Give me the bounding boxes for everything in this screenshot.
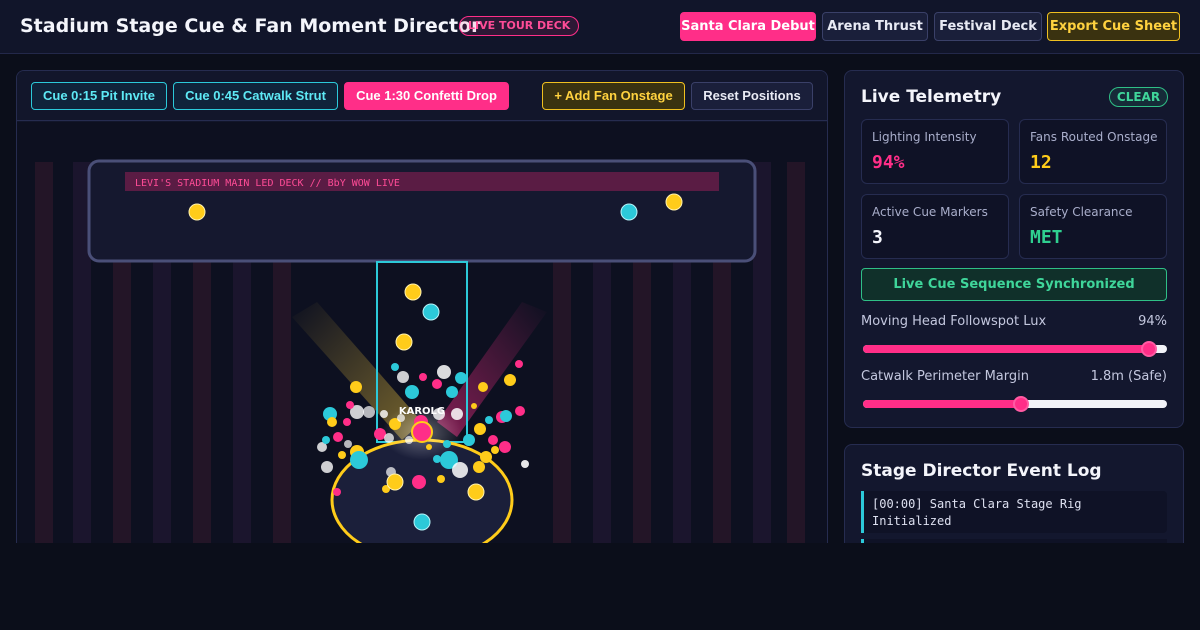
- perimeter-margin-value: 1.8m (Safe): [1090, 369, 1167, 384]
- stat-label: Active Cue Markers: [872, 205, 988, 219]
- stat-lighting-intensity: Lighting Intensity 94%: [861, 119, 1009, 184]
- stat-label: Fans Routed Onstage: [1030, 130, 1158, 144]
- slider-thumb[interactable]: [1013, 396, 1030, 412]
- export-cue-sheet-button[interactable]: Export Cue Sheet: [1047, 12, 1180, 41]
- stat-safety-clearance: Safety Clearance MET: [1019, 194, 1167, 259]
- slider-fill: [863, 400, 1022, 408]
- reset-positions-button[interactable]: Reset Positions: [691, 82, 813, 110]
- followspot-lux-slider[interactable]: [863, 341, 1167, 357]
- followspot-lux-value: 94%: [1138, 314, 1167, 329]
- stat-label: Lighting Intensity: [872, 130, 977, 144]
- event-log-title: Stage Director Event Log: [861, 461, 1102, 481]
- preset-santa-clara-button[interactable]: Santa Clara Debut: [680, 12, 816, 41]
- stage-panel: Cue 0:15 Pit Invite Cue 0:45 Catwalk Str…: [16, 70, 828, 550]
- stage-canvas[interactable]: LEVI'S STADIUM MAIN LED DECK // BbY WOW …: [17, 122, 827, 550]
- stat-value: 94%: [872, 152, 905, 173]
- stage-render: LEVI'S STADIUM MAIN LED DECK // BbY WOW …: [35, 159, 805, 550]
- cue-confetti-drop-button[interactable]: Cue 1:30 Confetti Drop: [344, 82, 509, 110]
- performer-marker: [411, 421, 433, 443]
- stat-value: 12: [1030, 152, 1052, 173]
- slider-thumb[interactable]: [1140, 341, 1157, 357]
- telemetry-card: Live Telemetry CLEAR Lighting Intensity …: [844, 70, 1184, 428]
- top-bar: Stadium Stage Cue & Fan Moment Director …: [0, 0, 1200, 54]
- led-banner-text: LEVI'S STADIUM MAIN LED DECK // BbY WOW …: [135, 178, 400, 189]
- viewport-cutoff: [0, 543, 1200, 630]
- followspot-lux-label: Moving Head Followspot Lux: [861, 314, 1047, 329]
- sync-status-bar: Live Cue Sequence Synchronized: [861, 268, 1167, 301]
- live-tour-badge: LIVE TOUR DECK: [459, 16, 580, 36]
- clearance-status-badge: CLEAR: [1109, 87, 1168, 107]
- preset-arena-thrust-button[interactable]: Arena Thrust: [822, 12, 928, 41]
- performer-label: KAROLG: [399, 406, 445, 417]
- cue-catwalk-strut-button[interactable]: Cue 0:45 Catwalk Strut: [173, 82, 338, 110]
- perimeter-margin-slider[interactable]: [863, 396, 1167, 412]
- slider-fill: [863, 345, 1149, 353]
- telemetry-title: Live Telemetry: [861, 87, 1002, 107]
- stat-label: Safety Clearance: [1030, 205, 1133, 219]
- stat-active-cues: Active Cue Markers 3: [861, 194, 1009, 259]
- add-fan-onstage-button[interactable]: + Add Fan Onstage: [542, 82, 685, 110]
- perimeter-margin-label: Catwalk Perimeter Margin: [861, 369, 1029, 384]
- stat-fans-routed: Fans Routed Onstage 12: [1019, 119, 1167, 184]
- cue-toolbar: Cue 0:15 Pit Invite Cue 0:45 Catwalk Str…: [17, 71, 827, 121]
- log-entry: [00:00] Santa Clara Stage Rig Initialize…: [861, 491, 1167, 533]
- app-title: Stadium Stage Cue & Fan Moment Director: [20, 15, 481, 37]
- cue-pit-invite-button[interactable]: Cue 0:15 Pit Invite: [31, 82, 167, 110]
- stat-value: 3: [872, 227, 883, 248]
- stat-value: MET: [1030, 227, 1063, 248]
- preset-festival-deck-button[interactable]: Festival Deck: [934, 12, 1042, 41]
